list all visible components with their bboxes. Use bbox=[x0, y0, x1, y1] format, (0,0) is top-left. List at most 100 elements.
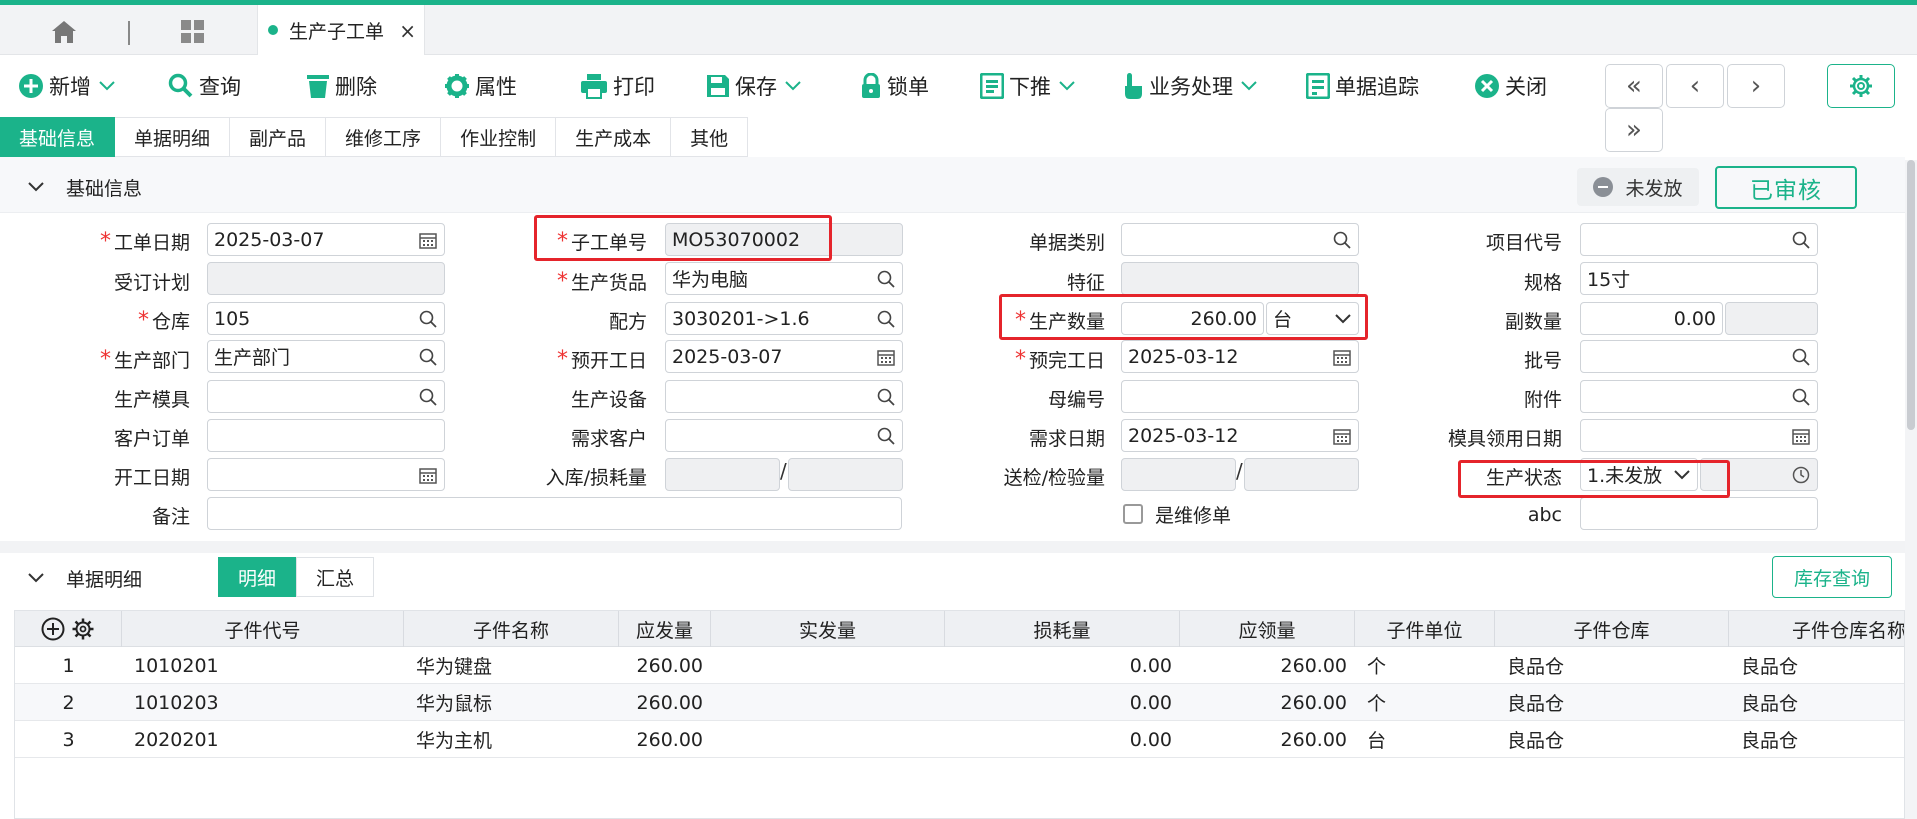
prod-status-select[interactable]: 1.未发放 bbox=[1580, 458, 1698, 491]
qty-label: * 生产数量 bbox=[1014, 307, 1105, 333]
col-loss[interactable]: 损耗量 bbox=[945, 611, 1180, 647]
attachment-label: 附件 bbox=[1523, 388, 1562, 411]
grid-icon[interactable] bbox=[180, 19, 206, 45]
summary-view-button[interactable]: 汇总 bbox=[296, 557, 375, 597]
table-row[interactable]: 3 2020201 华为主机 260.00 0.00 260.00 台 良品仓 … bbox=[15, 721, 1904, 758]
table-row[interactable]: 2 1010203 华为鼠标 260.00 0.00 260.00 个 良品仓 … bbox=[15, 684, 1904, 721]
sub-order-no-field: MO53070002 bbox=[665, 223, 903, 256]
save-button[interactable]: 保存 bbox=[706, 70, 806, 102]
dept-field[interactable]: 生产部门 bbox=[207, 340, 445, 373]
stock-query-button[interactable]: 库存查询 bbox=[1772, 556, 1892, 598]
tab-document-detail[interactable]: 单据明细 bbox=[115, 117, 231, 157]
search-icon[interactable] bbox=[419, 348, 437, 366]
delete-button[interactable]: 删除 bbox=[306, 70, 377, 102]
close-button[interactable]: 关闭 bbox=[1474, 70, 1547, 102]
last-record-button[interactable]: » bbox=[1605, 108, 1663, 152]
qty-field[interactable]: 260.00 bbox=[1121, 302, 1264, 335]
project-code-field[interactable] bbox=[1580, 223, 1818, 256]
col-should-receive[interactable]: 应领量 bbox=[1180, 611, 1355, 647]
print-button[interactable]: 打印 bbox=[580, 70, 655, 102]
remark-field[interactable] bbox=[207, 497, 902, 530]
col-part-code[interactable]: 子件代号 bbox=[122, 611, 404, 647]
issued-cell bbox=[711, 647, 945, 684]
tab-basic-info[interactable]: 基础信息 bbox=[0, 117, 116, 157]
col-part-name[interactable]: 子件名称 bbox=[404, 611, 619, 647]
first-record-button[interactable]: « bbox=[1605, 64, 1663, 108]
calendar-icon[interactable] bbox=[1333, 427, 1351, 445]
equipment-field[interactable] bbox=[665, 380, 903, 413]
page-scrollbar-thumb[interactable] bbox=[1907, 160, 1915, 430]
customer-order-field[interactable] bbox=[207, 419, 445, 452]
start-date-field[interactable] bbox=[207, 458, 445, 491]
search-icon[interactable] bbox=[419, 388, 437, 406]
unit-select[interactable]: 台 bbox=[1266, 302, 1359, 335]
search-icon[interactable] bbox=[1792, 348, 1810, 366]
detail-view-button[interactable]: 明细 bbox=[218, 557, 297, 597]
warehouse-cell: 良品仓 bbox=[1507, 693, 1565, 715]
mold-field[interactable] bbox=[207, 380, 445, 413]
project-code-label: 项目代号 bbox=[1485, 231, 1562, 254]
search-icon[interactable] bbox=[1333, 231, 1351, 249]
col-part-warehouse-name[interactable]: 子件仓库名称 bbox=[1729, 611, 1904, 647]
batch-field[interactable] bbox=[1580, 340, 1818, 373]
add-row-icon[interactable] bbox=[41, 617, 65, 641]
calendar-icon[interactable] bbox=[1792, 427, 1810, 445]
search-icon[interactable] bbox=[877, 427, 895, 445]
mold-date-field[interactable] bbox=[1580, 419, 1818, 452]
demand-customer-field[interactable] bbox=[665, 419, 903, 452]
basic-info-section-toggle[interactable]: 基础信息 bbox=[28, 171, 142, 203]
order-date-field[interactable]: 2025-03-07 bbox=[207, 223, 445, 256]
status-time-field[interactable] bbox=[1700, 458, 1818, 491]
search-icon[interactable] bbox=[877, 388, 895, 406]
search-icon[interactable] bbox=[1792, 388, 1810, 406]
mold-label: 生产模具 bbox=[113, 388, 190, 411]
business-process-button[interactable]: 业务处理 bbox=[1122, 70, 1262, 102]
plan-end-field[interactable]: 2025-03-12 bbox=[1121, 340, 1359, 373]
attachment-field[interactable] bbox=[1580, 380, 1818, 413]
attributes-button[interactable]: 属性 bbox=[444, 70, 517, 102]
next-record-button[interactable]: › bbox=[1727, 64, 1785, 108]
search-icon[interactable] bbox=[877, 270, 895, 288]
settings-button[interactable] bbox=[1827, 64, 1895, 108]
tab-production-cost[interactable]: 生产成本 bbox=[556, 117, 672, 157]
calendar-icon[interactable] bbox=[1333, 348, 1351, 366]
search-icon[interactable] bbox=[419, 310, 437, 328]
plan-start-field[interactable]: 2025-03-07 bbox=[665, 340, 903, 373]
spec-field[interactable]: 15寸 bbox=[1580, 262, 1818, 295]
add-button[interactable]: 新增 bbox=[18, 70, 120, 102]
calendar-icon[interactable] bbox=[419, 466, 437, 484]
formula-field[interactable]: 3030201->1.6 bbox=[665, 302, 903, 335]
tab-repair-process[interactable]: 维修工序 bbox=[326, 117, 442, 157]
tab-other[interactable]: 其他 bbox=[671, 117, 749, 157]
lock-button[interactable]: 锁单 bbox=[860, 70, 929, 102]
detail-section-toggle[interactable]: 单据明细 bbox=[28, 562, 142, 594]
col-should-issue[interactable]: 应发量 bbox=[619, 611, 711, 647]
calendar-icon[interactable] bbox=[877, 348, 895, 366]
search-icon[interactable] bbox=[877, 310, 895, 328]
table-row[interactable]: 1 1010201 华为键盘 260.00 0.00 260.00 个 良品仓 … bbox=[15, 647, 1904, 684]
tab-job-control[interactable]: 作业控制 bbox=[441, 117, 557, 157]
demand-date-field[interactable]: 2025-03-12 bbox=[1121, 419, 1359, 452]
tab-by-products[interactable]: 副产品 bbox=[230, 117, 327, 157]
push-down-button[interactable]: 下推 bbox=[980, 70, 1080, 102]
tab-production-sub-order[interactable]: 生产子工单 × bbox=[257, 5, 425, 55]
is-repair-checkbox[interactable] bbox=[1123, 504, 1143, 524]
calendar-icon[interactable] bbox=[419, 231, 437, 249]
close-tab-icon[interactable]: × bbox=[399, 19, 416, 43]
doc-type-field[interactable] bbox=[1121, 223, 1359, 256]
search-icon[interactable] bbox=[1792, 231, 1810, 249]
prev-record-button[interactable]: ‹ bbox=[1666, 64, 1724, 108]
warehouse-field[interactable]: 105 bbox=[207, 302, 445, 335]
abc-field[interactable] bbox=[1580, 497, 1818, 530]
query-button[interactable]: 查询 bbox=[168, 70, 241, 102]
product-field[interactable]: 华为电脑 bbox=[665, 262, 903, 295]
trace-button[interactable]: 单据追踪 bbox=[1306, 70, 1419, 102]
home-icon[interactable] bbox=[50, 19, 78, 45]
business-process-label: 业务处理 bbox=[1149, 75, 1233, 99]
sub-qty-field[interactable]: 0.00 bbox=[1580, 302, 1723, 335]
parent-no-field[interactable] bbox=[1121, 380, 1359, 413]
col-part-unit[interactable]: 子件单位 bbox=[1355, 611, 1495, 647]
col-part-warehouse[interactable]: 子件仓库 bbox=[1495, 611, 1729, 647]
column-settings-icon[interactable] bbox=[71, 617, 95, 641]
col-issued[interactable]: 实发量 bbox=[711, 611, 945, 647]
